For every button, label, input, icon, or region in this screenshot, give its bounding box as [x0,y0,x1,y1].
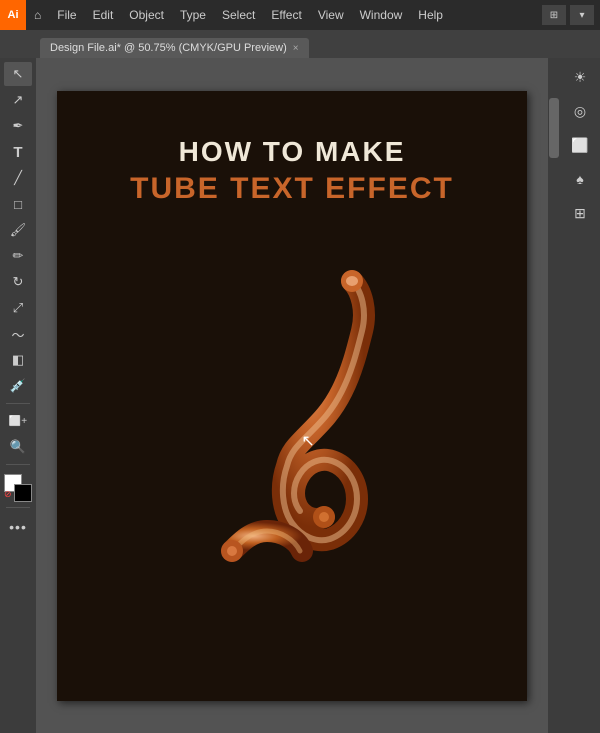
no-stroke-icon: ⊘ [4,489,12,500]
tab-title: Design File.ai* @ 50.75% (CMYK/GPU Previ… [50,42,287,54]
toolbar-separator [6,403,30,404]
select-tool[interactable]: ↖ [4,62,32,86]
color-panel-btn[interactable]: ◎ [565,96,595,126]
canvas-area[interactable]: HOW TO MAKE TUBE TEXT EFFECT [36,58,548,733]
swatches-panel-btn[interactable]: ⬜ [565,130,595,160]
tab-close-button[interactable]: × [293,43,299,54]
artboard-tool[interactable]: ⬜+ [4,409,32,433]
artboard-text-area: HOW TO MAKE TUBE TEXT EFFECT [57,136,527,206]
eyedropper-tool[interactable]: 💉 [4,374,32,398]
tube-text-effect-label: TUBE TEXT EFFECT [57,172,527,206]
tube-letter-graphic [152,261,432,621]
menu-effect[interactable]: Effect [263,0,309,30]
pen-tool[interactable]: ✒ [4,114,32,138]
direct-select-tool[interactable]: ↗ [4,88,32,112]
scrollbar-thumb[interactable] [549,98,559,158]
rotate-tool[interactable]: ↻ [4,270,32,294]
vertical-scrollbar[interactable] [548,58,560,733]
pencil-tool[interactable]: ✏ [4,244,32,268]
artboard: HOW TO MAKE TUBE TEXT EFFECT [57,91,527,701]
toolbar-separator-2 [6,464,30,465]
left-toolbar: ↖ ↗ ✒ T ╱ □ 🖌 ✏ ↻ ⤢ 〜 ◧ 💉 ⬜+ 🔍 ⊘ ••• [0,58,36,733]
menu-right: ⊞ ▾ [538,5,600,25]
symbols-panel-btn[interactable]: ♠ [565,164,595,194]
menu-object[interactable]: Object [121,0,172,30]
document-tab[interactable]: Design File.ai* @ 50.75% (CMYK/GPU Previ… [40,38,309,58]
main-area: ↖ ↗ ✒ T ╱ □ 🖌 ✏ ↻ ⤢ 〜 ◧ 💉 ⬜+ 🔍 ⊘ ••• HOW… [0,58,600,733]
zoom-tool[interactable]: 🔍 [4,435,32,459]
scale-tool[interactable]: ⤢ [4,296,32,320]
gradient-tool[interactable]: ◧ [4,348,32,372]
toolbar-separator-3 [6,507,30,508]
workspace-icon[interactable]: ⊞ [542,5,566,25]
right-panel: ☀ ◎ ⬜ ♠ ⊞ [560,58,600,733]
shape-tool[interactable]: □ [4,192,32,216]
menu-edit[interactable]: Edit [85,0,122,30]
paintbrush-tool[interactable]: 🖌 [4,218,32,242]
menu-window[interactable]: Window [352,0,411,30]
more-tools[interactable]: ••• [9,519,27,535]
menu-bar: Ai ⌂ File Edit Object Type Select Effect… [0,0,600,30]
type-tool[interactable]: T [4,140,32,164]
menu-file[interactable]: File [49,0,84,30]
ai-logo: Ai [0,0,26,30]
properties-panel-btn[interactable]: ☀ [565,62,595,92]
menu-view[interactable]: View [310,0,352,30]
arrange-icon[interactable]: ▾ [570,5,594,25]
menu-help[interactable]: Help [410,0,451,30]
color-swatch[interactable]: ⊘ [4,474,32,502]
background-color[interactable] [14,484,32,502]
headline-text: HOW TO MAKE [57,136,527,168]
home-icon[interactable]: ⌂ [26,0,49,30]
tab-bar: Design File.ai* @ 50.75% (CMYK/GPU Previ… [0,30,600,58]
menu-items: File Edit Object Type Select Effect View… [49,0,451,30]
menu-select[interactable]: Select [214,0,263,30]
line-tool[interactable]: ╱ [4,166,32,190]
layers-panel-btn[interactable]: ⊞ [565,198,595,228]
warp-tool[interactable]: 〜 [4,322,32,346]
menu-type[interactable]: Type [172,0,214,30]
